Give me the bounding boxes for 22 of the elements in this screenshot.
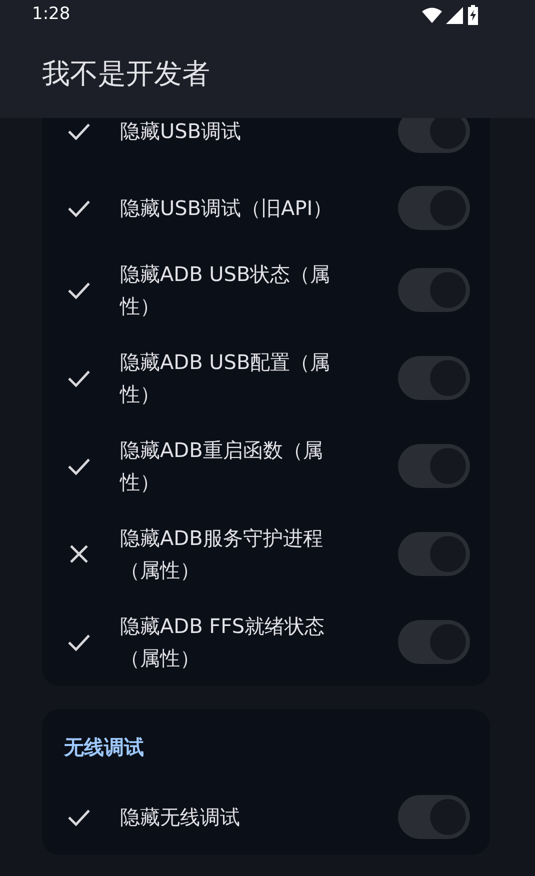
toggle-switch[interactable]	[398, 118, 470, 152]
wifi-icon	[422, 7, 442, 23]
setting-label: 隐藏USB调试	[120, 118, 242, 144]
setting-label: 隐藏无线调试	[120, 804, 241, 830]
toggle-switch[interactable]	[398, 444, 470, 488]
toggle-switch[interactable]	[398, 794, 470, 838]
toggle-switch[interactable]	[398, 532, 470, 576]
setting-label: 隐藏USB调试（旧API）	[120, 194, 334, 222]
app-title: 我不是开发者	[42, 56, 210, 92]
section-header: 无线调试	[62, 734, 145, 761]
toggle-switch[interactable]	[398, 186, 470, 230]
toggle-switch[interactable]	[398, 268, 470, 312]
status-time: 1:28	[32, 3, 70, 26]
setting-label: 隐藏ADB FFS就绪状态（属性）	[120, 613, 326, 672]
setting-label: 隐藏ADB服务守护进程（属性）	[120, 525, 324, 584]
setting-label: 隐藏ADB USB配置（属性）	[120, 349, 332, 408]
toggle-switch[interactable]	[398, 620, 470, 664]
setting-label: 隐藏ADB USB状态（属性）	[120, 261, 332, 320]
battery-icon	[467, 5, 479, 25]
setting-label: 隐藏ADB重启函数（属性）	[120, 437, 324, 496]
toggle-switch[interactable]	[398, 356, 470, 400]
signal-icon	[446, 6, 463, 24]
